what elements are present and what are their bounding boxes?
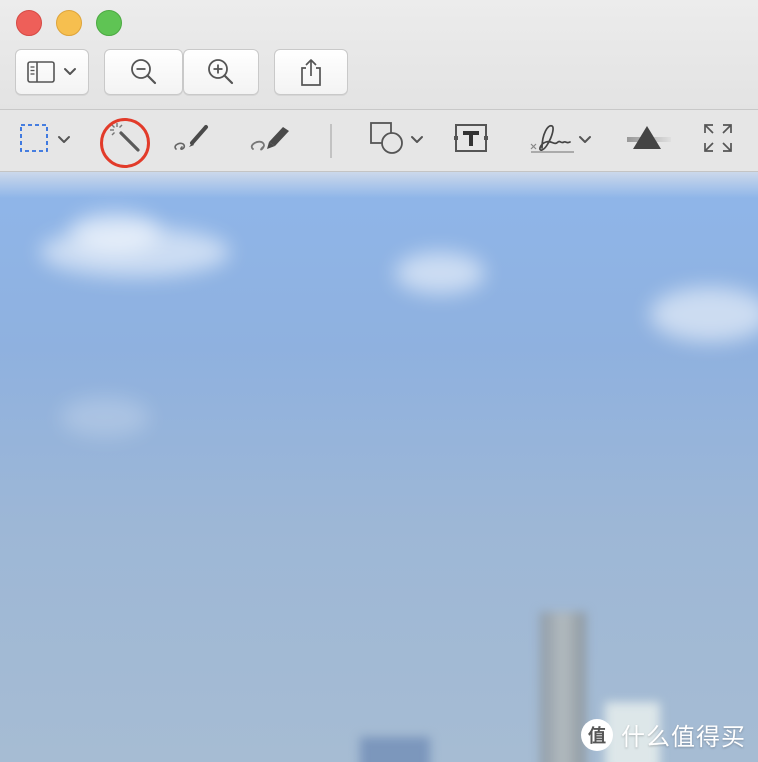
- zoom-out-icon: [129, 57, 159, 87]
- sketch-pen-icon: [170, 121, 212, 160]
- tower-building: [540, 612, 586, 762]
- signature-icon: [528, 120, 576, 161]
- sketch-tool[interactable]: [166, 110, 216, 171]
- shapes-icon: [368, 120, 406, 161]
- chevron-down-icon: [63, 67, 77, 77]
- zoom-in-icon: [206, 57, 236, 87]
- building: [360, 737, 430, 762]
- watermark-text: 什么值得买: [621, 723, 746, 751]
- watermark-logo: 值: [581, 718, 613, 751]
- adjust-color-tool[interactable]: [622, 110, 676, 171]
- cloud: [650, 287, 758, 342]
- rectangular-selection-tool[interactable]: [14, 110, 76, 171]
- cloud: [395, 252, 485, 294]
- cloud: [70, 212, 160, 252]
- zoom-out-button[interactable]: [104, 49, 183, 95]
- prism-icon: [625, 123, 673, 158]
- share-icon: [298, 57, 324, 87]
- share-button[interactable]: [274, 49, 348, 95]
- highlight-annotation-circle: [100, 118, 150, 168]
- zoom-in-button[interactable]: [183, 49, 259, 95]
- draw-tool[interactable]: [242, 110, 298, 171]
- sidebar-toggle-button[interactable]: [15, 49, 89, 95]
- draw-pen-icon: [247, 121, 293, 160]
- image-canvas[interactable]: 值 什么值得买: [0, 172, 758, 762]
- chevron-down-icon: [578, 132, 592, 150]
- cloud: [60, 397, 150, 437]
- chevron-down-icon: [57, 132, 71, 150]
- sidebar-icon: [27, 60, 57, 84]
- chevron-down-icon: [410, 132, 424, 150]
- preview-window: 值 什么值得买: [0, 0, 758, 762]
- resize-icon: [702, 122, 734, 159]
- selection-icon: [19, 123, 49, 158]
- sign-tool[interactable]: [522, 110, 598, 171]
- text-box-icon: [452, 121, 490, 160]
- zoom-window-button[interactable]: [96, 10, 122, 36]
- close-window-button[interactable]: [16, 10, 42, 36]
- adjust-size-tool[interactable]: [698, 110, 738, 171]
- minimize-window-button[interactable]: [56, 10, 82, 36]
- text-tool[interactable]: [448, 110, 494, 171]
- title-bar: [0, 0, 758, 110]
- watermark: 值 什么值得买: [581, 717, 746, 752]
- toolbar-divider: [330, 124, 332, 158]
- shapes-tool[interactable]: [362, 110, 430, 171]
